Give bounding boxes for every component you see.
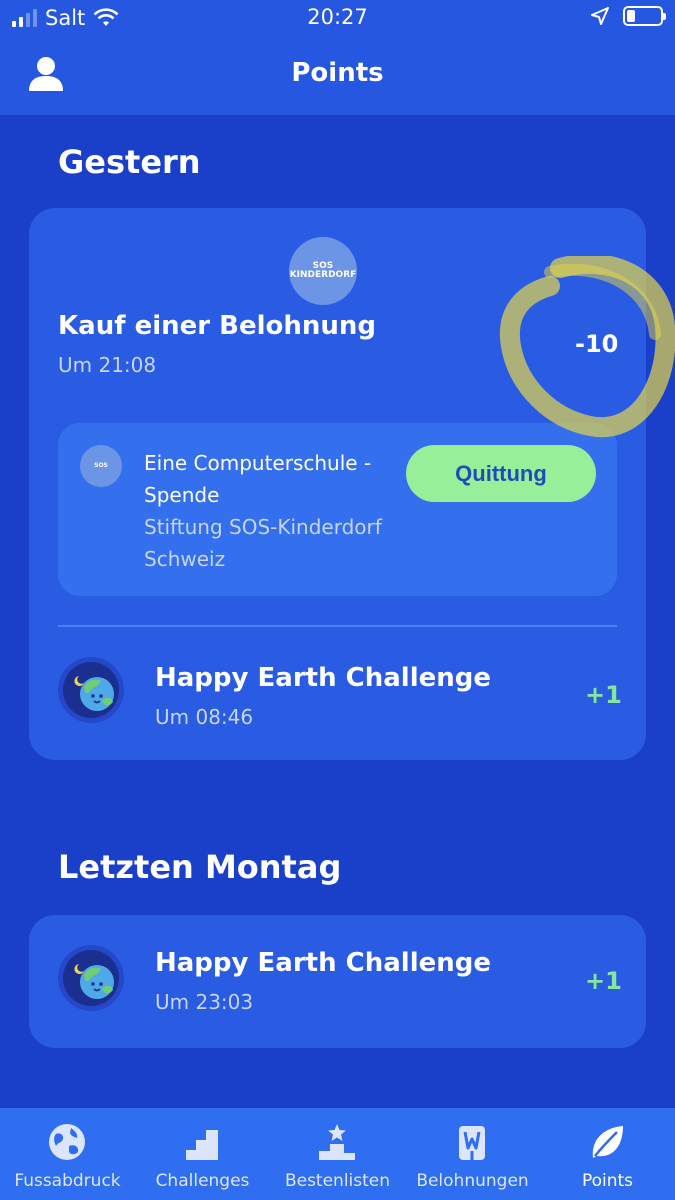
entry-time: Um 08:46 <box>155 705 254 729</box>
entry-title: Kauf einer Belohnung <box>58 311 377 341</box>
podium-icon <box>319 1124 355 1160</box>
page-title: Points <box>291 58 384 88</box>
tab-label: Fussabdruck <box>14 1171 121 1191</box>
reward-card: SOS Eine Computerschule - Spende Stiftun… <box>58 423 617 596</box>
app-header: Points <box>0 38 675 115</box>
tab-bar: Fussabdruck Challenges Bestenlisten Belo… <box>0 1108 675 1200</box>
tab-bestenlisten[interactable]: Bestenlisten <box>270 1108 405 1200</box>
status-right <box>591 6 666 26</box>
entry-title: Happy Earth Challenge <box>155 948 491 978</box>
happy-earth-icon <box>58 945 124 1011</box>
sos-kinderdorf-logo: SOS KINDERDORF <box>289 237 357 305</box>
day-card-letzten-montag: Happy Earth Challenge Um 23:03 +1 <box>29 915 646 1048</box>
entry-time: Um 23:03 <box>155 990 254 1014</box>
points-value: +1 <box>585 681 622 709</box>
tab-belohnungen[interactable]: Belohnungen <box>405 1108 540 1200</box>
logo-text-kinderdorf: KINDERDORF <box>289 270 357 280</box>
receipt-button[interactable]: Quittung <box>406 445 596 502</box>
tab-label: Bestenlisten <box>284 1171 391 1191</box>
happy-earth-icon <box>58 657 124 723</box>
stairs-icon <box>186 1130 218 1160</box>
tab-challenges[interactable]: Challenges <box>135 1108 270 1200</box>
divider <box>58 625 617 627</box>
leaf-icon <box>592 1126 623 1158</box>
entry-title: Happy Earth Challenge <box>155 663 491 693</box>
tab-label: Points <box>581 1171 634 1191</box>
reward-logo: SOS <box>80 445 122 487</box>
reward-org-line1: Stiftung SOS-Kinderdorf <box>144 515 382 539</box>
section-title-letzten-montag: Letzten Montag <box>58 848 342 886</box>
points-value: -10 <box>575 330 619 358</box>
tab-fussabdruck[interactable]: Fussabdruck <box>0 1108 135 1200</box>
reward-name-line2: Spende <box>144 483 220 507</box>
gift-icon <box>459 1126 485 1160</box>
reward-details: Eine Computerschule - Spende Stiftung SO… <box>144 447 382 575</box>
status-time: 20:27 <box>307 5 368 29</box>
day-card-gestern: SOS KINDERDORF Kauf einer Belohnung Um 2… <box>29 208 646 760</box>
reward-org-line2: Schweiz <box>144 547 226 571</box>
section-title-gestern: Gestern <box>58 143 201 181</box>
location-arrow-icon <box>591 7 609 25</box>
tab-points[interactable]: Points <box>540 1108 675 1200</box>
globe-icon <box>49 1124 85 1160</box>
tab-label: Belohnungen <box>416 1171 529 1191</box>
battery-icon <box>623 6 666 26</box>
entry-time: Um 21:08 <box>58 353 157 377</box>
status-bar: Salt 20:27 <box>0 0 675 38</box>
tab-label: Challenges <box>155 1171 250 1191</box>
reward-name-line1: Eine Computerschule - <box>144 451 372 475</box>
points-value: +1 <box>585 967 622 995</box>
